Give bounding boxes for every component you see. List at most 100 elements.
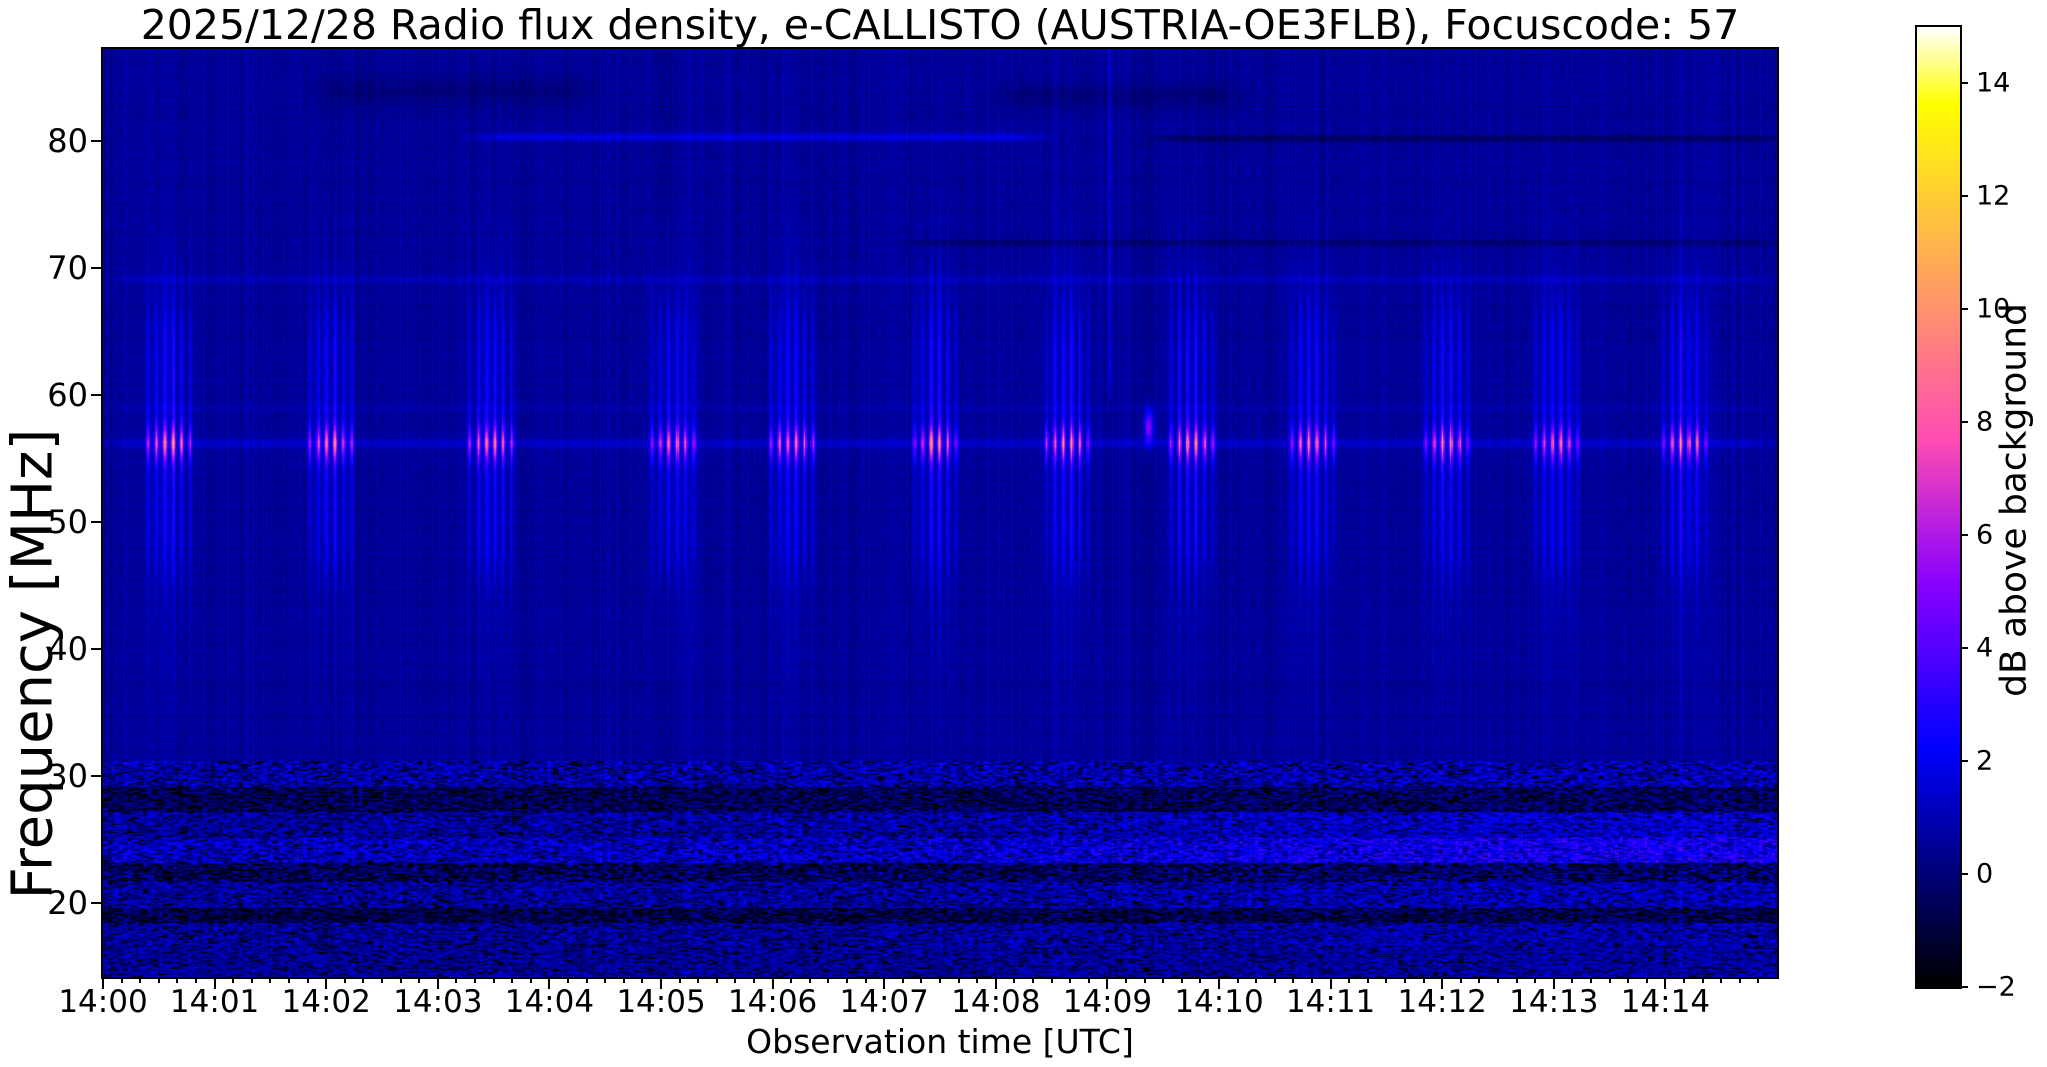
colorbar-tick [1960, 873, 1968, 876]
x-minor-tick [901, 977, 904, 983]
x-minor-tick [827, 977, 830, 983]
x-minor-tick [567, 977, 569, 983]
x-minor-tick [139, 977, 142, 983]
x-minor-tick [1683, 977, 1685, 983]
x-minor-tick [195, 977, 197, 983]
x-minor-tick [250, 977, 253, 983]
x-tick-label: 14:07 [839, 984, 929, 1020]
x-minor-tick [1515, 977, 1518, 983]
colorbar-label: dB above background [1993, 303, 2035, 697]
x-minor-tick [1292, 977, 1295, 983]
x-minor-tick [1069, 977, 1072, 983]
x-minor-tick [1013, 977, 1016, 983]
x-minor-tick [288, 977, 290, 983]
x-minor-tick [1087, 977, 1090, 983]
x-tick-label: 14:02 [281, 984, 371, 1020]
x-tick-label: 14:03 [393, 984, 483, 1020]
x-tick-label: 14:06 [727, 984, 818, 1020]
x-minor-tick [529, 977, 532, 983]
x-minor-tick [734, 977, 737, 983]
x-minor-tick [1404, 977, 1406, 983]
x-minor-tick [306, 977, 309, 983]
colorbar-tick-label: 14 [1976, 67, 2011, 99]
x-minor-tick [362, 977, 365, 983]
x-minor-tick [1180, 977, 1183, 983]
x-minor-tick [343, 977, 346, 983]
x-minor-tick [1720, 977, 1723, 983]
colorbar-tick-label: 12 [1976, 180, 2011, 212]
y-tick-label: 40 [47, 630, 88, 669]
x-minor-tick [157, 977, 160, 983]
y-tick [91, 902, 103, 905]
x-minor-tick [1385, 977, 1388, 983]
y-tick [91, 393, 103, 396]
x-tick-label: 14:00 [58, 984, 148, 1020]
x-minor-tick [399, 977, 402, 983]
x-tick-label: 14:09 [1062, 984, 1153, 1020]
x-minor-tick [120, 977, 123, 983]
x-minor-tick [455, 977, 458, 983]
y-tick [91, 520, 103, 523]
x-minor-tick [1273, 977, 1276, 983]
x-axis-label: Observation time [UTC] [746, 1022, 1134, 1061]
colorbar-tick-label: −2 [1976, 971, 2016, 1003]
x-minor-tick [939, 977, 941, 983]
x-minor-tick [808, 977, 811, 983]
x-minor-tick [1478, 977, 1481, 983]
colorbar-tick-label: 6 [1976, 519, 1994, 551]
x-minor-tick [381, 977, 383, 983]
x-minor-tick [474, 977, 476, 983]
y-tick-label: 50 [47, 502, 88, 541]
x-tick-label: 14:13 [1509, 984, 1599, 1020]
figure: 2025/12/28 Radio flux density, e-CALLIST… [0, 0, 2047, 1067]
colorbar-tick [1960, 82, 1968, 85]
x-minor-tick [641, 977, 644, 983]
x-minor-tick [1199, 977, 1202, 983]
x-minor-tick [232, 977, 235, 983]
y-tick-label: 70 [47, 248, 88, 287]
x-minor-tick [846, 977, 848, 983]
x-tick-label: 14:04 [504, 984, 595, 1020]
x-minor-tick [1627, 977, 1630, 983]
x-minor-tick [492, 977, 495, 983]
y-tick [91, 139, 103, 142]
x-minor-tick [790, 977, 793, 983]
colorbar-tick [1960, 534, 1968, 537]
x-minor-tick [1497, 977, 1499, 983]
x-minor-tick [1534, 977, 1537, 983]
x-minor-tick [1255, 977, 1258, 983]
x-minor-tick [1571, 977, 1574, 983]
x-minor-tick [1125, 977, 1127, 983]
x-minor-tick [1366, 977, 1369, 983]
y-tick [91, 266, 103, 269]
x-minor-tick [1459, 977, 1462, 983]
x-minor-tick [1590, 977, 1592, 983]
x-minor-tick [1608, 977, 1611, 983]
y-tick-label: 60 [47, 375, 88, 414]
x-minor-tick [864, 977, 867, 983]
x-minor-tick [511, 977, 514, 983]
x-tick-label: 14:05 [616, 984, 706, 1020]
x-minor-tick [1757, 977, 1760, 983]
colorbar [1915, 25, 1962, 989]
colorbar-tick [1960, 308, 1968, 311]
x-minor-tick [269, 977, 272, 983]
x-tick-label: 14:12 [1397, 984, 1487, 1020]
x-minor-tick [622, 977, 625, 983]
colorbar-tick-label: 4 [1976, 632, 1994, 664]
x-minor-tick [585, 977, 588, 983]
x-minor-tick [1236, 977, 1239, 983]
x-minor-tick [957, 977, 960, 983]
x-minor-tick [1348, 977, 1351, 983]
x-minor-tick [176, 977, 179, 983]
y-tick [91, 775, 103, 778]
x-minor-tick [418, 977, 421, 983]
plot-area [101, 47, 1779, 979]
x-minor-tick [604, 977, 607, 983]
colorbar-tick [1960, 647, 1968, 650]
x-minor-tick [753, 977, 755, 983]
x-minor-tick [715, 977, 718, 983]
x-minor-tick [976, 977, 979, 983]
x-minor-tick [678, 977, 681, 983]
y-tick-label: 30 [47, 757, 88, 796]
